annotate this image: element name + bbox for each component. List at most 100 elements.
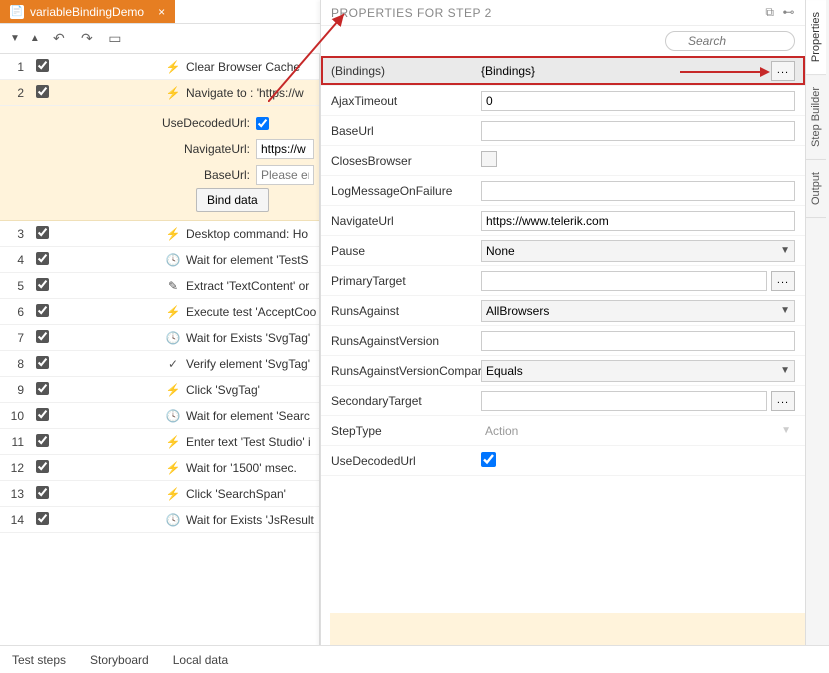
close-icon[interactable]: × — [158, 5, 165, 19]
step-label: Wait for Exists 'SvgTag' — [182, 331, 319, 345]
step-label: Wait for element 'Searc — [182, 409, 319, 423]
file-icon: 📄 — [10, 5, 24, 19]
collapse-down-icon[interactable]: ▼ — [10, 33, 20, 44]
usedecoded-label: UseDecodedUrl: — [0, 116, 256, 130]
redo-icon[interactable]: ↷ — [78, 30, 96, 48]
capture-icon[interactable]: ▭ — [106, 30, 124, 48]
step-number: 1 — [0, 60, 30, 74]
step-label: Verify element 'SvgTag' — [182, 357, 319, 371]
side-tab-output[interactable]: Output — [806, 160, 826, 218]
properties-panel: PROPERTIES FOR STEP 2 ⧉ ⊷ (Bindings) {Bi… — [320, 0, 805, 673]
prop-closesbrowser: ClosesBrowser — [321, 146, 805, 176]
clock-icon: 🕓 — [164, 409, 182, 423]
step-row[interactable]: 6⚡Execute test 'AcceptCoo — [0, 299, 319, 325]
side-tab-step-builder[interactable]: Step Builder — [806, 75, 826, 160]
search-input[interactable] — [665, 31, 795, 51]
step-checkbox[interactable] — [30, 486, 54, 502]
tab-local-data[interactable]: Local data — [161, 647, 240, 673]
pin-icon[interactable]: ⊷ — [783, 5, 796, 20]
step-number: 7 — [0, 331, 30, 345]
step-checkbox[interactable] — [30, 434, 54, 450]
undo-icon[interactable]: ↶ — [50, 30, 68, 48]
step-row[interactable]: 5✎Extract 'TextContent' or — [0, 273, 319, 299]
step-checkbox[interactable] — [30, 408, 54, 424]
step-row[interactable]: 12⚡Wait for '1500' msec. — [0, 455, 319, 481]
navigateurl-input[interactable] — [256, 139, 314, 159]
ptarget-ellipsis-button[interactable]: ... — [771, 271, 795, 291]
prop-primarytarget: PrimaryTarget ... — [321, 266, 805, 296]
prop-ajaxtimeout: AjaxTimeout — [321, 86, 805, 116]
annotation-arrow-2 — [680, 71, 760, 73]
side-tabs: Properties Step Builder Output — [805, 0, 829, 673]
step-row[interactable]: 14🕓Wait for Exists 'JsResult — [0, 507, 319, 533]
side-tab-properties[interactable]: Properties — [806, 0, 826, 75]
step-row[interactable]: 13⚡Click 'SearchSpan' — [0, 481, 319, 507]
step-checkbox[interactable] — [30, 59, 54, 75]
step-row[interactable]: 2⚡Navigate to : 'https://w — [0, 80, 319, 106]
step-number: 10 — [0, 409, 30, 423]
usedecoded-checkbox[interactable] — [256, 117, 269, 130]
step-row[interactable]: 10 🕓Wait for element 'Searc — [0, 403, 319, 429]
document-tab[interactable]: 📄 variableBindingDemo × — [0, 0, 175, 23]
pause-dropdown[interactable]: None▼ — [481, 240, 795, 262]
bindings-ellipsis-button[interactable]: ... — [771, 61, 795, 81]
step-expanded: UseDecodedUrl:NavigateUrl:BaseUrl:Bind d… — [0, 106, 319, 221]
search-row — [321, 26, 805, 56]
step-checkbox[interactable] — [30, 330, 54, 346]
step-row[interactable]: 8✓Verify element 'SvgTag' — [0, 351, 319, 377]
baseurl-input[interactable] — [481, 121, 795, 141]
tab-test-steps[interactable]: Test steps — [0, 647, 78, 673]
step-row[interactable]: 7 🕓Wait for Exists 'SvgTag' — [0, 325, 319, 351]
runsvc-dropdown[interactable]: Equals▼ — [481, 360, 795, 382]
step-label: Execute test 'AcceptCoo — [182, 305, 319, 319]
tab-title: variableBindingDemo — [30, 5, 144, 19]
step-label: Clear Browser Cache — [182, 60, 319, 74]
step-checkbox[interactable] — [30, 252, 54, 268]
starget-ellipsis-button[interactable]: ... — [771, 391, 795, 411]
step-label: Enter text 'Test Studio' i — [182, 435, 319, 449]
step-label: Wait for element 'TestS — [182, 253, 319, 267]
clock-icon: 🕓 — [164, 331, 182, 345]
step-checkbox[interactable] — [30, 304, 54, 320]
step-number: 14 — [0, 513, 30, 527]
runsv-input[interactable] — [481, 331, 795, 351]
starget-input[interactable] — [481, 391, 767, 411]
ajax-input[interactable] — [481, 91, 795, 111]
navigateurl-label: NavigateUrl: — [0, 142, 256, 156]
step-checkbox[interactable] — [30, 226, 54, 242]
step-row[interactable]: 11⚡Enter text 'Test Studio' i — [0, 429, 319, 455]
prop-runsagainstversion: RunsAgainstVersion — [321, 326, 805, 356]
tab-storyboard[interactable]: Storyboard — [78, 647, 161, 673]
step-checkbox[interactable] — [30, 382, 54, 398]
step-checkbox[interactable] — [30, 460, 54, 476]
step-row[interactable]: 1⚡Clear Browser Cache — [0, 54, 319, 80]
step-row[interactable]: 4🕓Wait for element 'TestS — [0, 247, 319, 273]
logmsg-input[interactable] — [481, 181, 795, 201]
step-row[interactable]: 3⚡Desktop command: Ho — [0, 221, 319, 247]
collapse-up-icon[interactable]: ▲ — [30, 33, 40, 44]
step-checkbox[interactable] — [30, 512, 54, 528]
panel-title: PROPERTIES FOR STEP 2 — [331, 6, 492, 20]
step-number: 6 — [0, 305, 30, 319]
step-row[interactable]: 9⚡Click 'SvgTag' — [0, 377, 319, 403]
step-label: Wait for Exists 'JsResult — [182, 513, 319, 527]
prop-secondarytarget: SecondaryTarget ... — [321, 386, 805, 416]
popout-icon[interactable]: ⧉ — [765, 5, 774, 20]
step-label: Navigate to : 'https://w — [182, 86, 319, 100]
step-checkbox[interactable] — [30, 85, 54, 101]
bolt-icon: ⚡ — [164, 461, 182, 475]
step-number: 9 — [0, 383, 30, 397]
baseurl-input[interactable] — [256, 165, 314, 185]
bolt-icon: ⚡ — [164, 227, 182, 241]
closes-checkbox[interactable] — [481, 151, 497, 167]
step-number: 12 — [0, 461, 30, 475]
bind-data-button[interactable]: Bind data — [196, 188, 269, 212]
step-checkbox[interactable] — [30, 356, 54, 372]
prop-runsagainstversioncompare: RunsAgainstVersionCompare Equals▼ — [321, 356, 805, 386]
navurl-input[interactable] — [481, 211, 795, 231]
runs-dropdown[interactable]: AllBrowsers▼ — [481, 300, 795, 322]
step-checkbox[interactable] — [30, 278, 54, 294]
usedec-checkbox[interactable] — [481, 452, 496, 467]
ptarget-input[interactable] — [481, 271, 767, 291]
step-number: 8 — [0, 357, 30, 371]
